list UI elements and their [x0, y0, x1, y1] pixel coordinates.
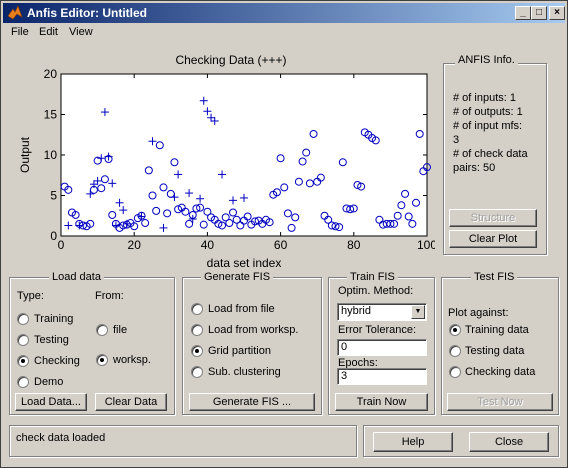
test-training-data-radio[interactable] [449, 324, 461, 336]
clear-plot-button[interactable]: Clear Plot [449, 230, 537, 248]
x-tick-label: 20 [128, 238, 142, 252]
plot-axes [60, 73, 428, 237]
clear-data-button[interactable]: Clear Data [95, 393, 167, 411]
info-check-data: # of check data [453, 148, 528, 160]
anfis-info-title: ANFIS Info. [455, 54, 518, 66]
type-training-radio[interactable] [17, 313, 29, 325]
info-inputs: # of inputs: 1 [453, 92, 516, 104]
chevron-down-icon[interactable]: ▼ [411, 305, 425, 319]
title-bar[interactable]: Anfis Editor: Untitled _ □ × [3, 3, 565, 23]
info-input-mfs-value: 3 [453, 134, 460, 146]
gen-load-file-radio[interactable] [191, 303, 203, 315]
type-training-label: Training [34, 313, 74, 325]
x-tick-label: 0 [58, 238, 65, 252]
generate-fis-title: Generate FIS [201, 271, 274, 283]
type-checking-radio[interactable] [17, 355, 29, 367]
test-checking-data-radio[interactable] [449, 366, 461, 378]
menu-file[interactable]: File [11, 26, 29, 38]
load-data-title: Load data [49, 271, 104, 283]
type-testing-label: Testing [34, 334, 69, 346]
train-fis-title: Train FIS [347, 271, 398, 283]
source-file-radio[interactable] [96, 324, 108, 336]
test-checking-data-label: Checking data [465, 366, 536, 378]
matlab-logo-icon [7, 5, 23, 20]
maximize-button[interactable]: □ [531, 6, 547, 20]
from-label: From: [95, 290, 124, 302]
gen-load-workspace-label: Load from worksp. [208, 324, 299, 336]
gen-grid-partition-label: Grid partition [208, 345, 271, 357]
error-tolerance-input[interactable]: 0 [337, 339, 427, 356]
error-tolerance-label: Error Tolerance: [338, 324, 417, 336]
y-tick-label: 15 [44, 108, 58, 122]
info-input-mfs: # of input mfs: [453, 120, 523, 132]
test-testing-data-radio[interactable] [449, 345, 461, 357]
x-tick-label: 100 [417, 238, 435, 252]
checking-data-plot: Checking Data (+++) 0 20 40 60 80 100 0 5 10 15 2… [18, 53, 435, 269]
plot-title: Checking Data (+++) [175, 53, 286, 67]
test-now-button[interactable]: Test Now [447, 393, 553, 411]
gen-load-file-label: Load from file [208, 303, 275, 315]
optim-method-label: Optim. Method: [338, 285, 414, 297]
test-training-data-label: Training data [465, 324, 529, 336]
y-tick-label: 20 [44, 67, 58, 81]
generate-fis-button[interactable]: Generate FIS ... [189, 393, 315, 411]
menu-edit[interactable]: Edit [39, 26, 58, 38]
type-testing-radio[interactable] [17, 334, 29, 346]
close-window-button[interactable]: × [549, 6, 565, 20]
info-outputs: # of outputs: 1 [453, 106, 523, 118]
help-button[interactable]: Help [373, 432, 453, 452]
optim-method-value: hybrid [341, 305, 371, 317]
close-button[interactable]: Close [469, 432, 549, 452]
y-axis-label: Output [18, 136, 32, 173]
train-now-button[interactable]: Train Now [335, 393, 428, 411]
y-tick-label: 0 [50, 229, 57, 243]
status-text: check data loaded [16, 432, 106, 444]
epochs-input[interactable]: 3 [337, 368, 427, 385]
type-label: Type: [17, 290, 44, 302]
y-tick-label: 5 [50, 189, 57, 203]
type-checking-label: Checking [34, 355, 80, 367]
minimize-button[interactable]: _ [515, 6, 531, 20]
x-axis-label: data set index [207, 256, 282, 269]
test-fis-title: Test FIS [471, 271, 518, 283]
gen-grid-partition-radio[interactable] [191, 345, 203, 357]
source-file-label: file [113, 324, 128, 336]
type-demo-label: Demo [34, 376, 64, 388]
x-tick-label: 60 [274, 238, 288, 252]
structure-button[interactable]: Structure [449, 209, 537, 227]
x-tick-label: 80 [347, 238, 361, 252]
load-data-button[interactable]: Load Data... [15, 393, 87, 411]
x-tick-label: 40 [201, 238, 215, 252]
menu-view[interactable]: View [69, 26, 93, 38]
y-tick-label: 10 [44, 148, 58, 162]
anfis-editor-window: Anfis Editor: Untitled _ □ × File Edit V… [0, 0, 568, 468]
type-demo-radio[interactable] [17, 376, 29, 388]
info-pairs: pairs: 50 [453, 162, 496, 174]
gen-sub-clustering-label: Sub. clustering [208, 366, 281, 378]
source-workspace-radio[interactable] [96, 354, 108, 366]
gen-sub-clustering-radio[interactable] [191, 366, 203, 378]
window-title: Anfis Editor: Untitled [27, 6, 147, 20]
test-testing-data-label: Testing data [465, 345, 525, 357]
optim-method-select[interactable]: hybrid ▼ [337, 303, 427, 321]
plot-against-label: Plot against: [448, 307, 509, 319]
gen-load-workspace-radio[interactable] [191, 324, 203, 336]
source-workspace-label: worksp. [113, 354, 151, 366]
menu-bar: File Edit View [3, 23, 565, 42]
